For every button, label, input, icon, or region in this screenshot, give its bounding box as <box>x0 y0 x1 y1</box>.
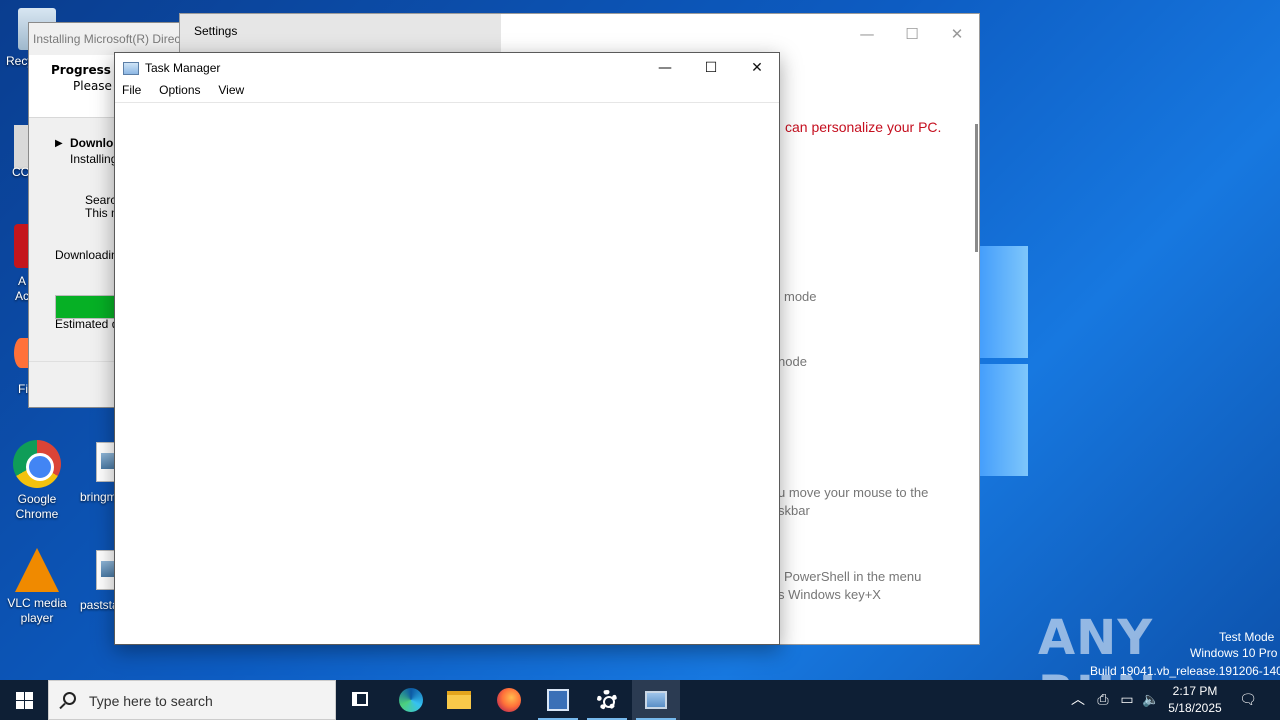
tray-volume-icon[interactable]: 🔈 <box>1141 680 1161 720</box>
start-button[interactable] <box>0 680 48 720</box>
tray-device-icon[interactable]: ⎙ <box>1093 680 1113 720</box>
watermark-windows-edition: Windows 10 Pro <box>1190 646 1278 660</box>
windows-icon-pane-4 <box>25 701 33 709</box>
task-view-button[interactable] <box>336 680 384 720</box>
folder-icon <box>447 691 471 709</box>
task-manager-window[interactable]: Task Manager — ☐ ✕ File Options View <box>114 52 780 645</box>
taskbar-search-box[interactable]: Type here to search <box>48 680 336 720</box>
windows-icon-pane-3 <box>16 701 24 709</box>
settings-scrollbar[interactable] <box>975 124 978 252</box>
taskbar-clock[interactable]: 2:17 PM 5/18/2025 <box>1162 683 1228 717</box>
windows-icon <box>16 692 24 700</box>
settings-taskbar-peek-line1: u move your mouse to the <box>778 485 929 500</box>
vlc-icon <box>15 548 59 592</box>
settings-personalize-warning: can personalize your PC. <box>785 119 942 135</box>
taskbar-settings-button[interactable] <box>583 680 631 720</box>
settings-powershell-line2: s Windows key+X <box>778 587 881 602</box>
settings-option-mode-1: mode <box>784 289 817 304</box>
edge-icon <box>399 688 423 712</box>
clock-time: 2:17 PM <box>1172 684 1218 698</box>
menu-options[interactable]: Options <box>159 83 200 97</box>
installer-step-title: Downlo <box>70 136 114 150</box>
settings-close-button[interactable]: ✕ <box>934 20 979 48</box>
taskbar-installer-button[interactable] <box>534 680 582 720</box>
gear-icon <box>597 690 617 710</box>
desktop-icon-google-chrome[interactable]: Google Chrome <box>0 440 74 522</box>
installer-icon <box>547 689 569 711</box>
taskbar-file-explorer-button[interactable] <box>435 680 483 720</box>
watermark-test-mode: Test Mode <box>1219 630 1275 644</box>
tray-network-icon[interactable]: ▭ <box>1117 680 1137 720</box>
taskbar-edge-button[interactable] <box>387 680 435 720</box>
desktop-icon-vlc[interactable]: VLC media player <box>0 548 74 626</box>
firefox-icon <box>14 338 28 368</box>
settings-minimize-button[interactable]: — <box>844 20 890 48</box>
installer-title-bar: Installing Microsoft(R) Direc <box>29 23 197 55</box>
step-arrow-icon: ▶ <box>55 138 63 149</box>
task-manager-title: Task Manager <box>145 61 221 75</box>
settings-title-bar[interactable]: Settings <box>180 14 501 52</box>
firefox-icon <box>497 688 521 712</box>
settings-option-mode-2: node <box>778 354 807 369</box>
settings-title: Settings <box>194 24 238 38</box>
action-center-icon[interactable]: 🗨 <box>1236 680 1260 720</box>
search-icon <box>63 692 76 705</box>
task-manager-close-button[interactable]: ✕ <box>734 53 780 83</box>
task-manager-menu-bar: File Options View <box>115 83 779 103</box>
windows-icon-pane-2 <box>25 692 33 700</box>
task-manager-maximize-button[interactable]: ☐ <box>688 53 734 83</box>
tray-chevron-up-icon[interactable]: ︿ <box>1068 680 1088 720</box>
settings-powershell-line1: PowerShell in the menu <box>784 569 922 584</box>
search-placeholder: Type here to search <box>89 693 213 709</box>
task-view-icon <box>352 692 368 706</box>
task-manager-app-icon <box>123 62 139 75</box>
taskbar-task-manager-button[interactable] <box>632 680 680 720</box>
menu-view[interactable]: View <box>218 83 244 97</box>
settings-maximize-button[interactable]: ☐ <box>889 20 935 48</box>
clock-date: 5/18/2025 <box>1168 701 1222 715</box>
watermark-build: Build 19041.vb_release.191206-1406 <box>1090 664 1280 678</box>
task-manager-icon <box>645 691 667 709</box>
task-manager-content <box>115 103 779 643</box>
task-manager-title-bar[interactable]: Task Manager — ☐ ✕ <box>115 53 779 83</box>
chrome-icon <box>13 440 61 488</box>
installer-step-subtitle: Installing <box>70 152 118 166</box>
taskbar: Type here to search ︿ ⎙ ▭ 🔈 2:17 PM 5/18… <box>0 680 1280 720</box>
settings-taskbar-peek-line2: skbar <box>778 503 810 518</box>
task-manager-minimize-button[interactable]: — <box>642 53 688 83</box>
menu-file[interactable]: File <box>122 83 141 97</box>
wallpaper-windows-logo <box>980 240 1030 480</box>
taskbar-firefox-button[interactable] <box>485 680 533 720</box>
